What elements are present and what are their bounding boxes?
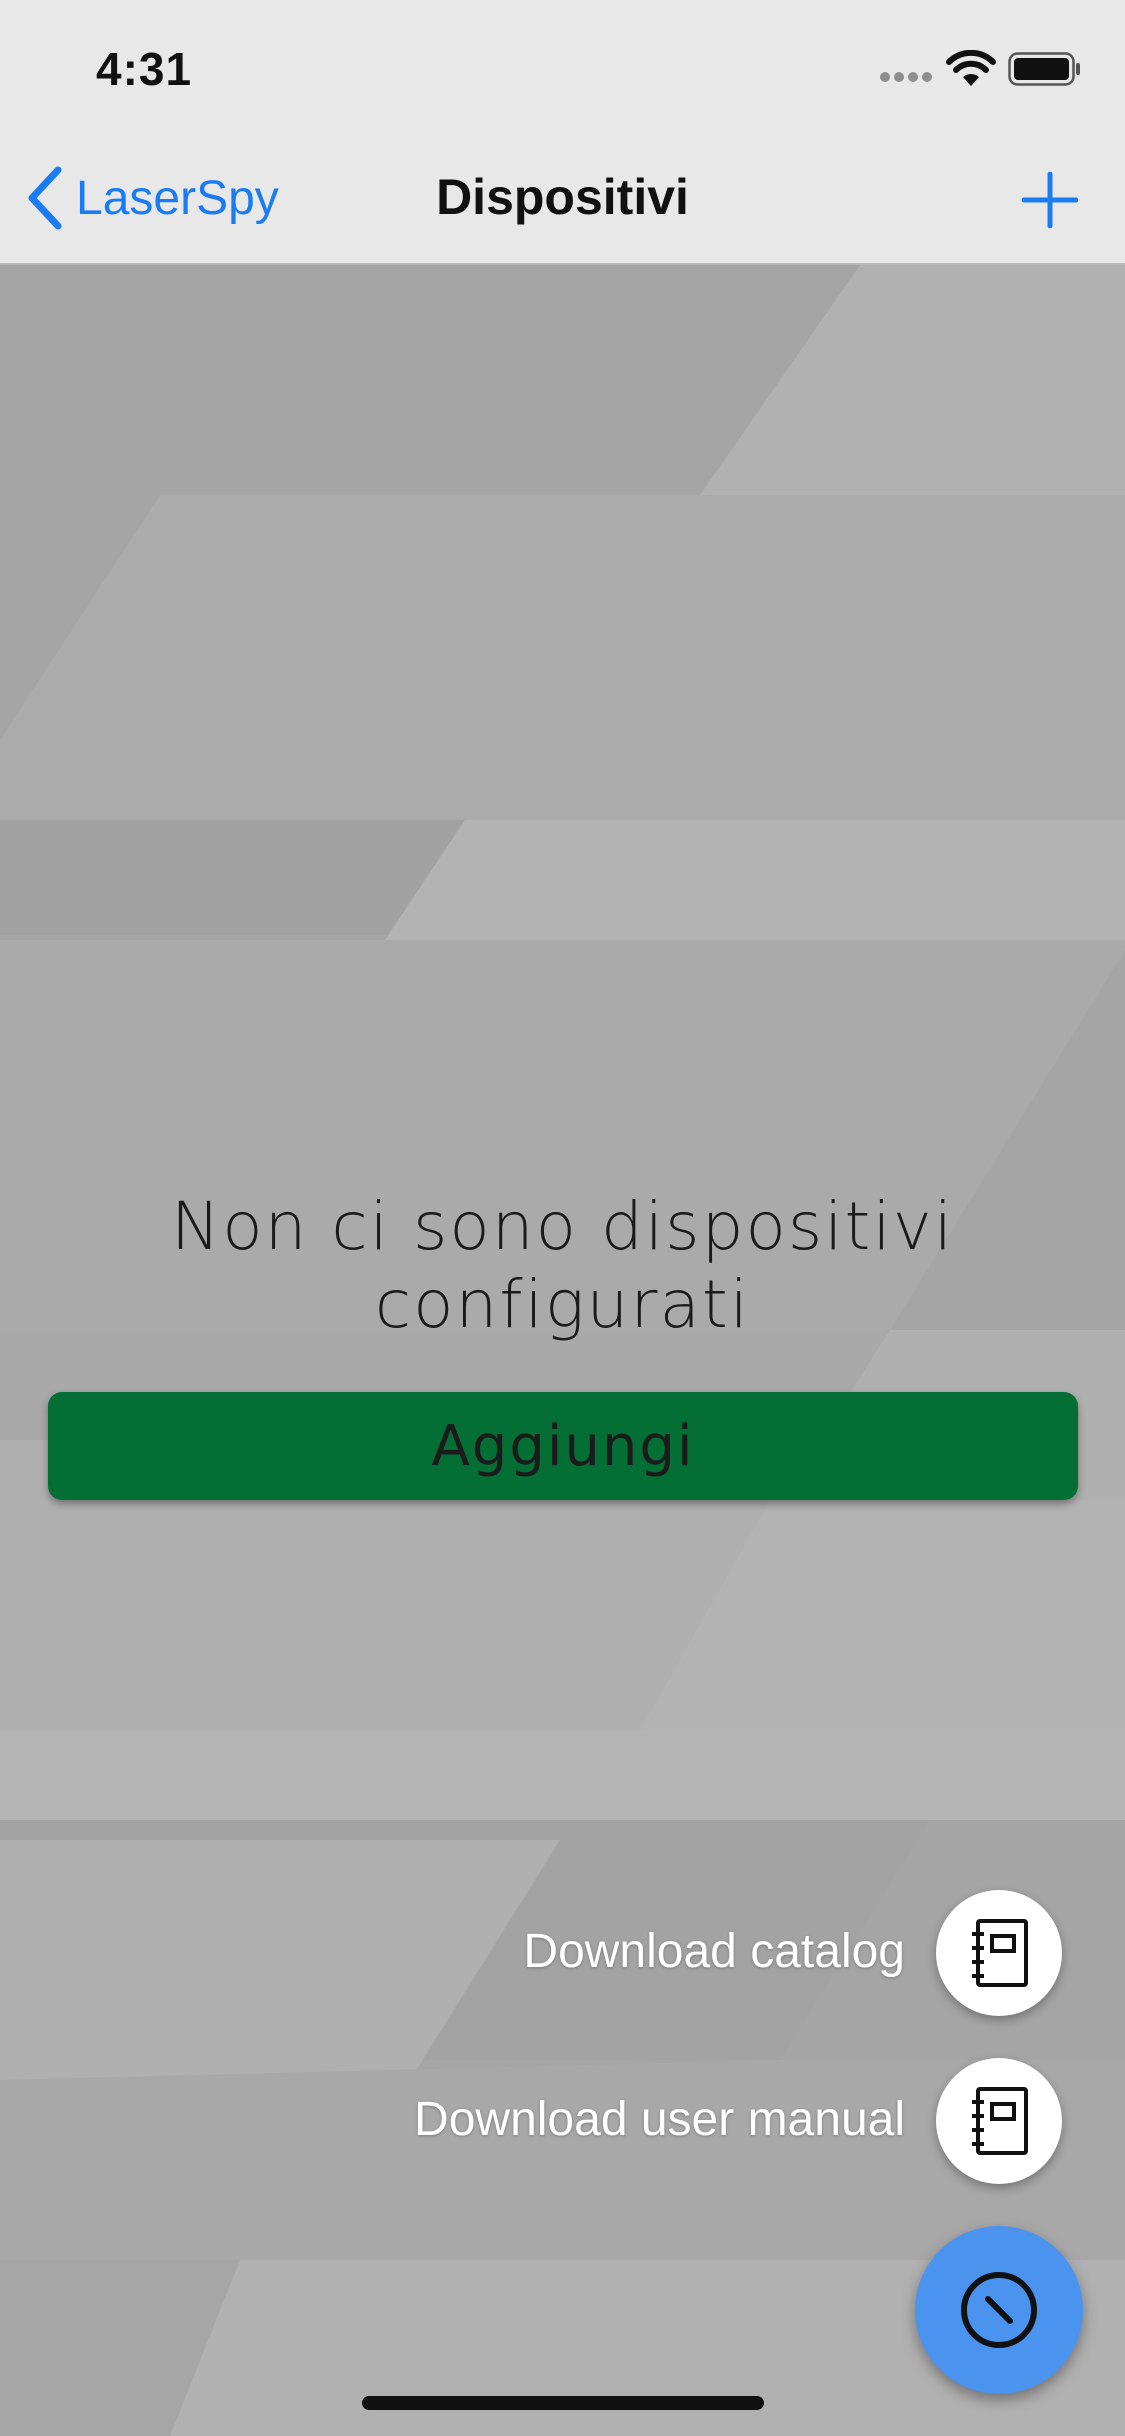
page-title: Dispositivi: [436, 169, 689, 225]
wifi-icon: [946, 50, 996, 86]
status-bar: 4:31: [0, 0, 1125, 130]
navigation-bar: LaserSpy Dispositivi: [0, 130, 1125, 265]
add-device-button[interactable]: Aggiungi: [48, 1392, 1078, 1500]
empty-state-line-2: configurati: [374, 1266, 751, 1343]
download-user-manual-button[interactable]: [936, 2058, 1062, 2184]
empty-state-message: Non ci sono dispositivi configurati: [100, 1188, 1025, 1344]
compass-icon: [961, 2272, 1037, 2348]
empty-state-line-1: Non ci sono dispositivi: [170, 1188, 955, 1265]
status-time: 4:31: [96, 43, 193, 95]
download-catalog-button[interactable]: [936, 1890, 1062, 2016]
cellular-signal-icon: [880, 72, 932, 86]
battery-icon: [1008, 52, 1080, 86]
catalog-book-icon: [972, 1919, 1028, 1987]
manual-book-icon: [972, 2087, 1028, 2155]
fab-main-button[interactable]: [915, 2226, 1083, 2394]
download-catalog-label[interactable]: Download catalog: [523, 1924, 905, 1979]
download-user-manual-label[interactable]: Download user manual: [414, 2092, 905, 2147]
home-indicator: [362, 2396, 764, 2410]
plus-icon[interactable]: [1022, 172, 1078, 228]
